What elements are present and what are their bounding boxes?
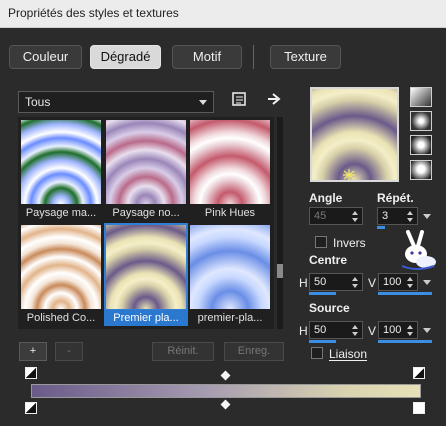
tab-degrade[interactable]: Dégradé (90, 45, 161, 69)
gradient-thumb[interactable] (190, 120, 270, 204)
angle-label: Angle (309, 191, 343, 205)
chevron-down-icon[interactable] (423, 280, 431, 285)
end-stop-marker[interactable] (413, 367, 425, 379)
sunburst-style-icon[interactable] (410, 135, 432, 155)
title-bar: Propriétés des styles et textures (0, 0, 446, 28)
save-button[interactable]: Enreg. (224, 342, 284, 361)
window-title: Propriétés des styles et textures (8, 6, 179, 20)
gradient-thumb[interactable] (21, 120, 101, 204)
gradient-thumb-selected[interactable] (104, 223, 188, 311)
invert-checkbox[interactable] (315, 236, 327, 248)
center-v-label: V (368, 276, 377, 290)
tab-texture[interactable]: Texture (270, 45, 341, 69)
gradient-caption: Paysage no... (112, 207, 180, 219)
category-select-value: Tous (25, 95, 51, 109)
link-label: Liaison (329, 347, 368, 361)
gradient-preview[interactable] (310, 87, 399, 182)
gradient-bar[interactable] (31, 384, 421, 398)
center-marker-icon[interactable] (342, 169, 356, 181)
tab-separator (253, 45, 254, 69)
source-v-slider-bar[interactable] (378, 340, 432, 343)
link-checkbox[interactable] (311, 347, 323, 359)
gradient-editor-icon[interactable] (232, 91, 248, 111)
source-v-label: V (368, 324, 377, 338)
repeat-label: Répét. (377, 191, 414, 205)
gradient-caption: Pink Hues (204, 207, 256, 219)
gallery-scrollbar-thumb[interactable] (277, 264, 283, 278)
arrow-right-icon[interactable] (266, 91, 282, 111)
source-h-value: 50 (314, 324, 327, 336)
source-h-spinner[interactable]: 50 (309, 321, 363, 339)
angle-spinner[interactable]: 45 (309, 207, 363, 225)
invert-label: Invers (333, 236, 366, 250)
angle-value: 45 (314, 210, 327, 222)
rabbit-mascot-icon (401, 230, 436, 270)
center-v-spinner[interactable]: 100 (378, 273, 431, 291)
chevron-down-icon (199, 100, 207, 105)
remove-gradient-button[interactable]: - (55, 342, 83, 361)
radial-style-icon[interactable] (410, 160, 432, 180)
center-h-slider-bar[interactable] (309, 292, 336, 295)
chevron-down-icon[interactable] (423, 328, 431, 333)
gradient-caption: Paysage ma... (25, 207, 97, 219)
gradient-caption-selected: Premier pla... (104, 310, 188, 326)
center-h-value: 50 (314, 276, 327, 288)
source-h-slider-bar[interactable] (309, 340, 336, 343)
gradient-caption: Polished Co... (26, 312, 96, 324)
gradient-thumb[interactable] (190, 225, 270, 309)
gradient-thumb[interactable] (21, 225, 101, 309)
center-v-slider-bar[interactable] (378, 292, 432, 295)
center-h-spinner[interactable]: 50 (309, 273, 363, 291)
repeat-slider-bar[interactable] (377, 226, 385, 229)
foreground-stop-marker[interactable] (25, 367, 37, 379)
center-v-value: 100 (383, 276, 402, 288)
tab-motif[interactable]: Motif (172, 45, 242, 69)
gallery-scrollbar[interactable] (277, 117, 283, 329)
color-stop-marker[interactable] (413, 402, 425, 414)
linear-style-icon[interactable] (410, 87, 432, 107)
tab-couleur[interactable]: Couleur (9, 45, 82, 69)
gradient-thumb[interactable] (106, 120, 186, 204)
rectangular-style-icon[interactable] (410, 111, 432, 131)
add-gradient-button[interactable]: + (19, 342, 47, 361)
source-h-label: H (299, 324, 308, 338)
source-v-value: 100 (383, 324, 402, 336)
source-v-spinner[interactable]: 100 (378, 321, 431, 339)
center-h-label: H (299, 276, 308, 290)
source-label: Source (309, 301, 350, 315)
repeat-value: 3 (382, 210, 389, 222)
category-select[interactable]: Tous (18, 91, 214, 113)
repeat-spinner[interactable]: 3 (377, 207, 431, 225)
reset-button[interactable]: Réinit. (152, 342, 214, 361)
chevron-down-icon[interactable] (423, 214, 431, 219)
center-label: Centre (309, 253, 348, 267)
color-stop-marker[interactable] (25, 402, 37, 414)
gradient-caption: premier-pla... (197, 312, 263, 324)
